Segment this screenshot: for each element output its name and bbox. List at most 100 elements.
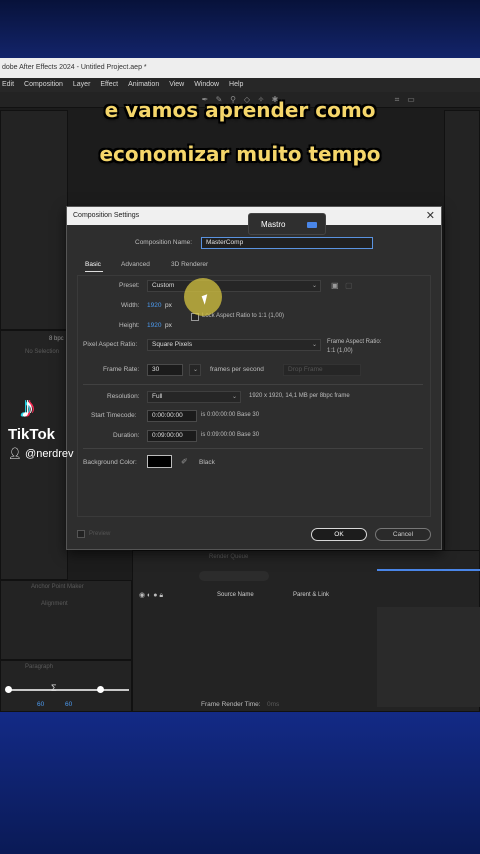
menu-item-help[interactable]: Help	[229, 78, 243, 92]
chevron-down-icon: ⌄	[311, 342, 317, 348]
render-queue-tab[interactable]: Render Queue	[209, 554, 248, 560]
menu-bar: Edit Composition Layer Effect Animation …	[0, 78, 480, 92]
audio-slider-left-knob[interactable]	[5, 686, 12, 693]
menu-item-window[interactable]: Window	[194, 78, 219, 92]
user-icon: 👤︎	[8, 448, 22, 460]
tiktok-handle-text: @nerdrev	[25, 448, 74, 460]
right-panel	[444, 110, 480, 580]
tiktok-brand: TikTok	[8, 426, 55, 443]
comp-name-input[interactable]: MasterComp	[201, 237, 373, 249]
comp-name-label: Composition Name:	[135, 239, 193, 246]
height-unit: px	[165, 322, 172, 329]
resolution-select[interactable]: Full ⌄	[147, 391, 241, 403]
width-label: Width:	[121, 302, 140, 309]
audio-value-right[interactable]: 60	[65, 701, 72, 708]
start-timecode-label: Start Timecode:	[91, 412, 137, 419]
tiktok-watermark: ♪ TikTok 👤︎ @nerdrev	[8, 391, 78, 461]
drop-frame-select: Drop Frame	[283, 364, 361, 376]
anchor-point-panel: Anchor Point Maker Alignment	[0, 580, 132, 660]
preview-checkbox[interactable]	[77, 530, 85, 538]
preview-label: Preview	[89, 531, 111, 537]
work-area-bar[interactable]	[377, 569, 480, 571]
keyboard-badge-icon	[307, 222, 317, 228]
duration-input[interactable]: 0:09:00:00	[147, 430, 197, 442]
window-title: dobe After Effects 2024 - Untitled Proje…	[0, 58, 480, 78]
chevron-down-icon: ⌄	[192, 367, 198, 373]
timeline-search-input[interactable]	[199, 571, 269, 581]
video-background-bottom	[0, 712, 480, 854]
audio-slider-track[interactable]	[7, 689, 129, 691]
caption-line-1: e vamos aprender como	[104, 98, 376, 122]
save-preset-icon[interactable]: ▣	[331, 281, 339, 291]
caption-line-2: economizar muito tempo	[99, 142, 381, 166]
preset-label: Preset:	[119, 282, 140, 289]
preset-value: Custom	[152, 282, 175, 289]
paragraph-panel: Paragraph Σ 60 60	[0, 660, 132, 712]
lock-aspect-label: Lock Aspect Ratio to 1:1 (1,00)	[202, 313, 285, 319]
menu-item-edit[interactable]: Edit	[2, 78, 14, 92]
frame-aspect-label: Frame Aspect Ratio:	[327, 339, 382, 345]
col-source-name[interactable]: Source Name	[217, 592, 254, 598]
start-timecode-info: is 0:00:00:00 Base 30	[201, 412, 260, 418]
width-unit: px	[165, 302, 172, 309]
height-label: Height:	[119, 322, 140, 329]
frame-render-time-label: Frame Render Time:	[201, 701, 261, 708]
resolution-info: 1920 x 1920, 14,1 MB per 8bpc frame	[249, 393, 350, 399]
frame-rate-input[interactable]: 30	[147, 364, 183, 376]
frame-aspect-value: 1:1 (1,00)	[327, 348, 353, 354]
duration-label: Duration:	[113, 432, 140, 439]
anchor-panel-title: Anchor Point Maker	[31, 584, 84, 590]
eyedropper-icon[interactable]: ✐	[181, 457, 188, 467]
start-timecode-input[interactable]: 0:00:00:00	[147, 410, 197, 422]
ok-button[interactable]: OK	[311, 528, 367, 541]
close-icon[interactable]: ✕	[426, 209, 435, 223]
cancel-button[interactable]: Cancel	[375, 528, 431, 541]
preset-select[interactable]: Custom ⌄	[147, 280, 321, 292]
pixel-aspect-label: Pixel Aspect Ratio:	[83, 341, 138, 348]
audio-value-left[interactable]: 60	[37, 701, 44, 708]
duration-info: is 0:09:00:00 Base 30	[201, 432, 260, 438]
bpc-label[interactable]: 8 bpc	[49, 336, 64, 342]
frame-rate-label: Frame Rate:	[103, 366, 140, 373]
menu-item-composition[interactable]: Composition	[24, 78, 63, 92]
resolution-value: Full	[152, 393, 163, 400]
paragraph-title: Paragraph	[25, 664, 54, 670]
chevron-down-icon: ⌄	[231, 394, 237, 400]
chevron-down-icon: ⌄	[311, 283, 317, 289]
audio-slider-right-knob[interactable]	[97, 686, 104, 693]
tooltip-label: Mastro	[261, 220, 286, 229]
video-background-top	[0, 0, 480, 58]
background-color-label: Background Color:	[83, 459, 137, 466]
tab-basic[interactable]: Basic	[85, 261, 101, 268]
tab-advanced[interactable]: Advanced	[121, 261, 150, 268]
col-parent-link[interactable]: Parent & Link	[293, 592, 329, 598]
background-color-swatch[interactable]	[147, 455, 172, 468]
no-selection-label: No Selection	[25, 349, 60, 355]
tab-3d-renderer[interactable]: 3D Renderer	[171, 261, 208, 268]
menu-item-layer[interactable]: Layer	[73, 78, 91, 92]
tiktok-handle: 👤︎ @nerdrev	[8, 447, 78, 460]
menu-item-animation[interactable]: Animation	[128, 78, 159, 92]
tiktok-logo-icon: ♪	[20, 391, 35, 424]
frame-render-time-value: 0ms	[267, 701, 280, 708]
composition-settings-dialog: Composition Settings ✕ Composition Name:…	[66, 206, 442, 550]
pixel-aspect-select[interactable]: Square Pixels ⌄	[147, 339, 321, 351]
height-value[interactable]: 1920	[147, 322, 161, 329]
frame-rate-unit: frames per second	[210, 366, 264, 373]
sigma-icon: Σ	[51, 683, 57, 693]
menu-item-view[interactable]: View	[169, 78, 184, 92]
timeline-panel: Render Queue ◉ ◐ ● 🔒︎ Source Name Parent…	[132, 550, 480, 712]
frame-rate-dropdown[interactable]: ⌄	[189, 364, 201, 376]
timeline-track-area[interactable]	[377, 607, 480, 707]
pixel-aspect-value: Square Pixels	[152, 341, 193, 348]
mastro-tooltip: Mastro	[248, 213, 326, 235]
menu-item-effect[interactable]: Effect	[100, 78, 118, 92]
visibility-icons[interactable]: ◉ ◐ ● 🔒︎	[139, 591, 163, 600]
divider	[83, 448, 423, 449]
alignment-label: Alignment	[41, 601, 68, 607]
background-color-name: Black	[199, 459, 215, 466]
width-value[interactable]: 1920	[147, 302, 161, 309]
divider	[83, 384, 423, 385]
resolution-label: Resolution:	[107, 393, 140, 400]
delete-preset-icon[interactable]: ▢	[345, 281, 353, 291]
